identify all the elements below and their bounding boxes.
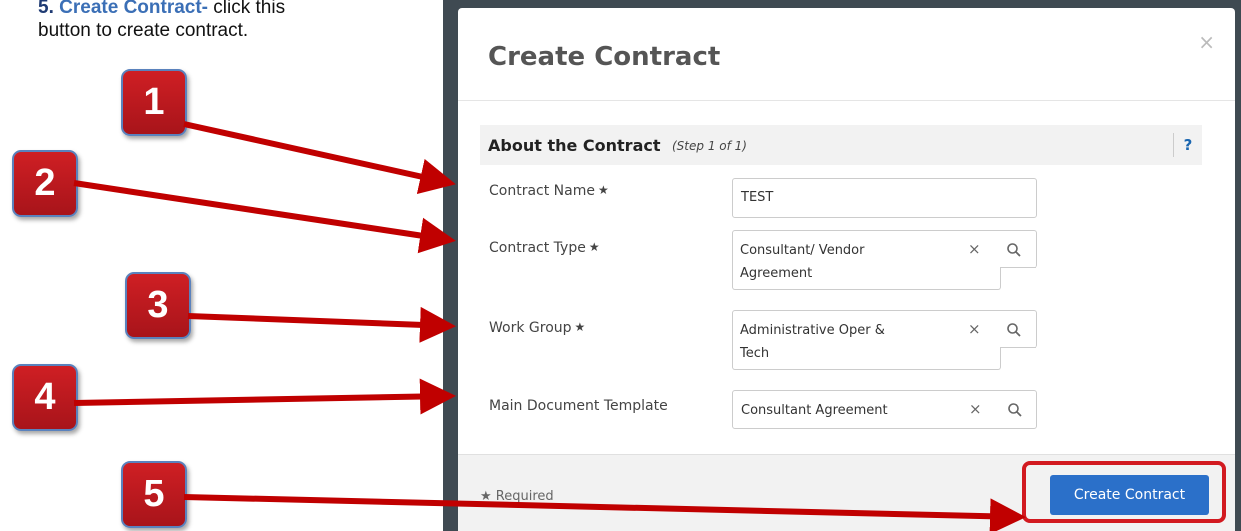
arrow-1 — [183, 121, 456, 195]
callout-arrows — [73, 121, 1026, 531]
arrow-3 — [187, 306, 456, 343]
arrow-4 — [73, 378, 456, 415]
arrow-2 — [73, 180, 456, 254]
arrow-5 — [183, 494, 1026, 531]
